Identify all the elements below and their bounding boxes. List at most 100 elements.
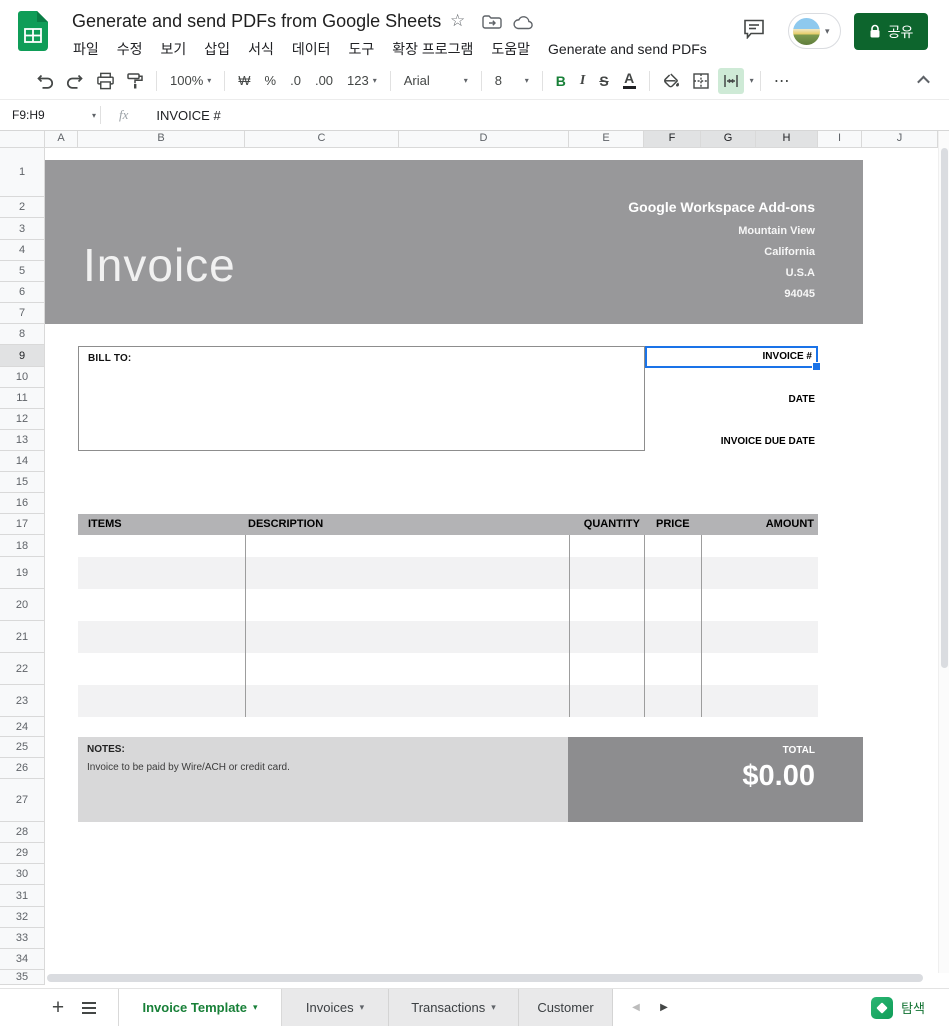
number-format-button[interactable]: 123 ▾ bbox=[347, 73, 377, 88]
star-icon[interactable]: ☆ bbox=[450, 11, 465, 31]
fill-color-icon[interactable] bbox=[658, 68, 684, 94]
column-header-a[interactable]: A bbox=[45, 130, 78, 148]
decrease-decimal-button[interactable]: .0 bbox=[290, 73, 301, 88]
add-sheet-button[interactable]: + bbox=[45, 989, 71, 1026]
row-header-5[interactable]: 5 bbox=[0, 261, 45, 282]
row-header-9[interactable]: 9 bbox=[0, 345, 45, 367]
column-header-d[interactable]: D bbox=[399, 130, 569, 148]
account-chip[interactable]: ▾ bbox=[788, 13, 841, 49]
row-header-27[interactable]: 27 bbox=[0, 779, 45, 822]
format-percent-button[interactable]: % bbox=[265, 73, 277, 88]
vertical-scrollbar[interactable] bbox=[938, 130, 949, 973]
row-header-23[interactable]: 23 bbox=[0, 685, 45, 717]
share-button[interactable]: 공유 bbox=[854, 13, 928, 50]
selected-cell-invoice-number[interactable]: INVOICE # bbox=[645, 346, 821, 371]
tab-menu-caret-icon[interactable]: ▾ bbox=[253, 1002, 258, 1013]
column-header-h[interactable]: H bbox=[756, 130, 818, 148]
row-header-4[interactable]: 4 bbox=[0, 240, 45, 261]
strikethrough-button[interactable]: S bbox=[599, 73, 608, 89]
row-header-14[interactable]: 14 bbox=[0, 451, 45, 472]
row-header-34[interactable]: 34 bbox=[0, 949, 45, 970]
row-header-24[interactable]: 24 bbox=[0, 717, 45, 737]
row-header-19[interactable]: 19 bbox=[0, 557, 45, 589]
menu-item-8[interactable]: 도움말 bbox=[482, 39, 539, 60]
redo-icon[interactable] bbox=[62, 68, 88, 94]
column-header-b[interactable]: B bbox=[78, 130, 245, 148]
undo-icon[interactable] bbox=[32, 68, 58, 94]
row-header-18[interactable]: 18 bbox=[0, 535, 45, 557]
spreadsheet-canvas[interactable]: Invoice Google Workspace Add-ons Mountai… bbox=[0, 0, 949, 988]
column-header-g[interactable]: G bbox=[701, 130, 756, 148]
date-label[interactable]: DATE bbox=[645, 394, 815, 405]
row-header-7[interactable]: 7 bbox=[0, 303, 45, 324]
sheet-tab-invoice-template[interactable]: Invoice Template ▾ bbox=[118, 989, 282, 1026]
row-header-16[interactable]: 16 bbox=[0, 493, 45, 514]
company-name[interactable]: Google Workspace Add-ons bbox=[628, 199, 815, 215]
zoom-select[interactable]: 100% ▾ bbox=[170, 73, 211, 88]
italic-button[interactable]: I bbox=[580, 73, 585, 89]
row-header-29[interactable]: 29 bbox=[0, 843, 45, 864]
row-header-11[interactable]: 11 bbox=[0, 388, 45, 409]
text-color-button[interactable]: A bbox=[622, 71, 636, 89]
column-header-i[interactable]: I bbox=[818, 130, 862, 148]
row-header-35[interactable]: 35 bbox=[0, 970, 45, 985]
row-header-3[interactable]: 3 bbox=[0, 218, 45, 240]
column-header-f[interactable]: F bbox=[644, 130, 701, 148]
formula-input[interactable]: INVOICE # bbox=[156, 108, 220, 123]
horizontal-scrollbar-thumb[interactable] bbox=[47, 974, 923, 982]
menu-item-2[interactable]: 보기 bbox=[152, 39, 196, 60]
address-line[interactable]: California bbox=[764, 246, 815, 258]
sheets-logo-icon[interactable] bbox=[18, 11, 48, 51]
address-line[interactable]: Mountain View bbox=[738, 225, 815, 237]
tab-menu-caret-icon[interactable]: ▾ bbox=[360, 1002, 365, 1013]
column-header-c[interactable]: C bbox=[245, 130, 399, 148]
invoice-title[interactable]: Invoice bbox=[83, 242, 236, 288]
increase-decimal-button[interactable]: .00 bbox=[315, 73, 333, 88]
row-header-28[interactable]: 28 bbox=[0, 822, 45, 843]
column-header-e[interactable]: E bbox=[569, 130, 644, 148]
document-title[interactable]: Generate and send PDFs from Google Sheet… bbox=[72, 11, 441, 32]
comment-history-icon[interactable] bbox=[743, 19, 765, 39]
tab-scroll-right-icon[interactable]: ▶ bbox=[652, 989, 676, 1026]
column-header-j[interactable]: J bbox=[862, 130, 938, 148]
menu-item-3[interactable]: 삽입 bbox=[195, 39, 239, 60]
row-header-17[interactable]: 17 bbox=[0, 514, 45, 535]
row-header-22[interactable]: 22 bbox=[0, 653, 45, 685]
borders-icon[interactable] bbox=[688, 68, 714, 94]
row-header-21[interactable]: 21 bbox=[0, 621, 45, 653]
merge-options-caret-icon[interactable]: ▾ bbox=[750, 76, 754, 85]
invoice-due-date-label[interactable]: INVOICE DUE DATE bbox=[645, 436, 815, 447]
row-header-12[interactable]: 12 bbox=[0, 409, 45, 430]
total-block[interactable]: TOTAL $0.00 bbox=[568, 737, 863, 822]
row-header-10[interactable]: 10 bbox=[0, 367, 45, 388]
bill-to-box[interactable]: BILL TO: bbox=[78, 346, 645, 451]
sheet-tab-customer[interactable]: Customer bbox=[519, 989, 613, 1026]
name-box[interactable]: F9:H9 ▾ bbox=[0, 108, 96, 122]
bold-button[interactable]: B bbox=[556, 73, 566, 89]
vertical-scrollbar-thumb[interactable] bbox=[941, 148, 948, 668]
address-line[interactable]: U.S.A bbox=[786, 267, 815, 279]
menu-item-5[interactable]: 데이터 bbox=[283, 39, 340, 60]
tab-menu-caret-icon[interactable]: ▾ bbox=[491, 1002, 496, 1013]
move-to-folder-icon[interactable] bbox=[482, 14, 502, 30]
row-header-26[interactable]: 26 bbox=[0, 758, 45, 779]
row-header-6[interactable]: 6 bbox=[0, 282, 45, 303]
row-header-31[interactable]: 31 bbox=[0, 885, 45, 907]
font-size-select[interactable]: 8 ▾ bbox=[495, 73, 529, 88]
tab-scroll-left-icon[interactable]: ◀ bbox=[624, 989, 648, 1026]
menu-item-9[interactable]: Generate and send PDFs bbox=[539, 39, 716, 60]
address-line[interactable]: 94045 bbox=[784, 288, 815, 300]
notes-block[interactable]: NOTES: Invoice to be paid by Wire/ACH or… bbox=[78, 737, 568, 822]
font-family-select[interactable]: Arial ▾ bbox=[404, 73, 468, 88]
row-header-8[interactable]: 8 bbox=[0, 324, 45, 345]
cloud-saved-icon[interactable] bbox=[512, 15, 534, 30]
row-header-33[interactable]: 33 bbox=[0, 928, 45, 949]
row-header-15[interactable]: 15 bbox=[0, 472, 45, 493]
menu-item-1[interactable]: 수정 bbox=[108, 39, 152, 60]
row-header-13[interactable]: 13 bbox=[0, 430, 45, 451]
sheet-tab-transactions[interactable]: Transactions ▾ bbox=[389, 989, 519, 1026]
all-sheets-icon[interactable] bbox=[76, 989, 102, 1026]
row-header-30[interactable]: 30 bbox=[0, 864, 45, 885]
invoice-header-block[interactable]: Invoice Google Workspace Add-ons Mountai… bbox=[45, 160, 863, 324]
sheet-tab-invoices[interactable]: Invoices ▾ bbox=[282, 989, 389, 1026]
